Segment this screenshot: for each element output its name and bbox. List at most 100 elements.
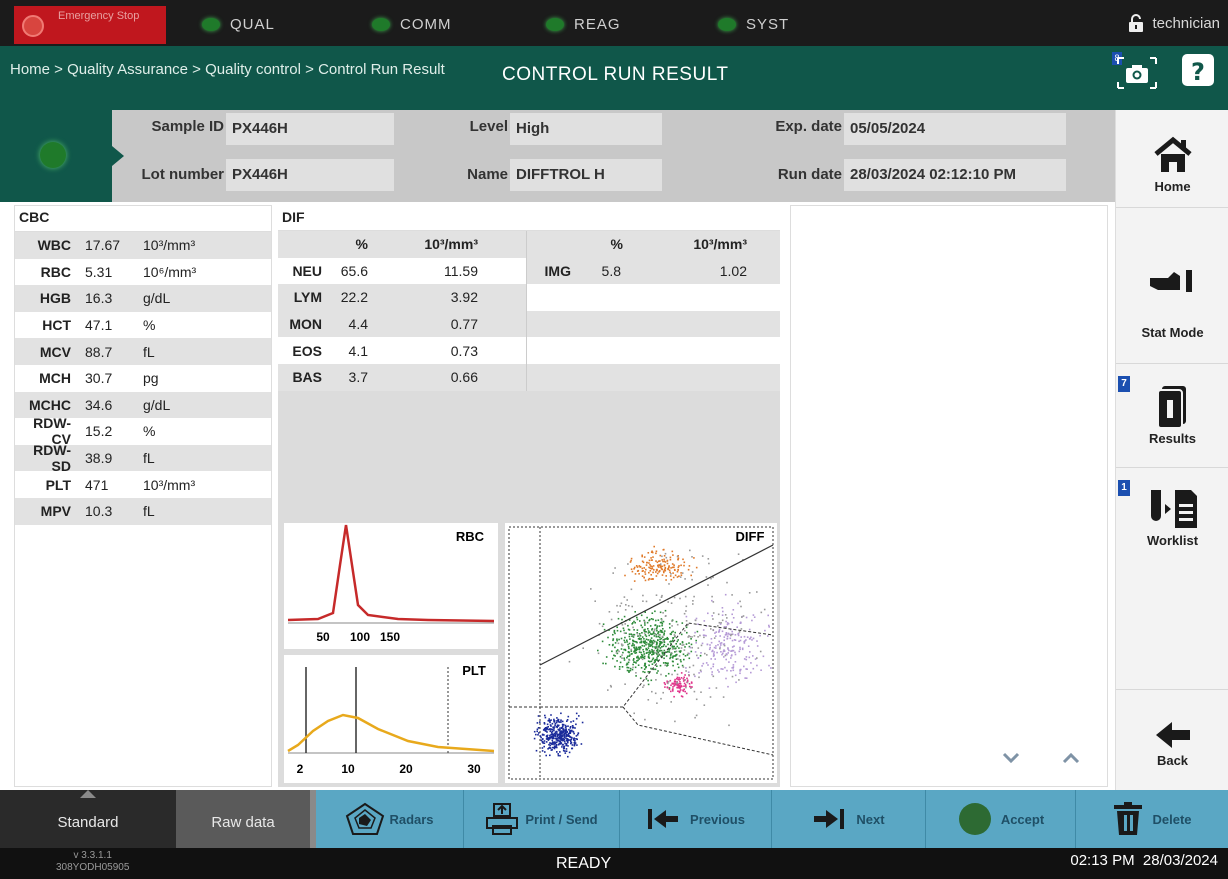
diff-point [700, 652, 702, 654]
diff-point [682, 666, 685, 668]
diff-point [661, 646, 663, 648]
diff-point [623, 648, 625, 651]
dif-row-bas: BAS 3.7 0.66 [278, 363, 780, 391]
accept-button[interactable]: Accept [926, 790, 1076, 848]
diff-point [634, 573, 637, 575]
diff-point [569, 732, 572, 734]
diff-point [539, 721, 541, 723]
diff-point [731, 639, 734, 642]
diff-point [651, 612, 654, 614]
diff-point [661, 555, 663, 558]
footer-bar: v 3.3.1.1 308YODH05905 READY 02:13 PM 28… [0, 848, 1228, 879]
diff-point [597, 649, 599, 652]
diff-point [667, 568, 669, 571]
diff-point [704, 652, 706, 655]
diff-point [555, 730, 558, 733]
diff-point [711, 615, 713, 617]
indicator-syst[interactable]: SYST [718, 14, 789, 34]
diff-point [740, 605, 742, 608]
diff-point [616, 638, 618, 640]
previous-button[interactable]: Previous [620, 790, 772, 848]
breadcrumb[interactable]: Home > Quality Assurance > Quality contr… [10, 60, 490, 80]
diff-point [547, 748, 549, 750]
results-button[interactable]: 7 Results [1116, 364, 1228, 468]
diff-point [712, 675, 715, 678]
diff-point [644, 571, 646, 573]
diff-point [678, 690, 681, 693]
diff-point [656, 572, 659, 575]
next-button[interactable]: Next [772, 790, 926, 848]
diff-point [552, 741, 554, 743]
diff-point [691, 578, 693, 581]
help-button[interactable]: ? [1178, 50, 1218, 90]
diff-point [744, 677, 746, 679]
diff-point [712, 629, 715, 632]
diff-point [648, 571, 650, 574]
diff-point [607, 689, 609, 691]
chevron-down-icon[interactable] [1001, 751, 1021, 765]
diff-point [636, 632, 639, 635]
diff-point [565, 735, 568, 738]
diff-point [725, 620, 727, 623]
print-send-button[interactable]: Print / Send [464, 790, 620, 848]
tab-raw-data[interactable]: Raw data [176, 790, 310, 848]
diff-point [647, 628, 649, 630]
diff-point [667, 601, 669, 603]
diff-point [667, 682, 669, 685]
diff-point [763, 608, 766, 611]
diff-point [650, 667, 652, 670]
diff-point [750, 662, 752, 664]
radars-button[interactable]: Radars [316, 790, 464, 848]
delete-button[interactable]: Delete [1076, 790, 1228, 848]
diff-point [633, 568, 635, 570]
diff-point [672, 554, 674, 556]
indicator-reag[interactable]: REAG [546, 14, 621, 34]
home-button[interactable]: Home [1116, 110, 1228, 208]
diff-point [745, 616, 748, 619]
diff-point [643, 638, 645, 640]
tab-standard[interactable]: Standard [0, 790, 176, 848]
emergency-stop-button[interactable]: Emergency Stop [14, 6, 166, 44]
diff-point [676, 682, 678, 685]
indicator-qual[interactable]: QUAL [202, 14, 275, 34]
diff-point [669, 558, 672, 561]
param-unit: fL [143, 450, 155, 467]
diff-point [574, 727, 576, 729]
diff-point [558, 739, 560, 741]
diff-point [659, 566, 662, 568]
diff-point [648, 619, 650, 622]
diff-point [712, 663, 715, 665]
diff-point [737, 553, 740, 555]
diff-point [659, 649, 661, 652]
diff-point [651, 690, 653, 693]
plt-tick: 20 [399, 762, 413, 776]
diff-point [565, 750, 568, 752]
chevron-up-icon[interactable] [1061, 751, 1081, 765]
stat-mode-button[interactable]: Stat Mode [1116, 208, 1228, 364]
param-unit: 10³/mm³ [143, 476, 196, 493]
diff-point [723, 649, 725, 651]
user-menu[interactable]: technician [1128, 14, 1220, 32]
diff-point [734, 639, 737, 641]
diff-point [544, 714, 546, 717]
diff-point [762, 655, 765, 658]
diff-point [630, 653, 633, 655]
worklist-button[interactable]: 1 Worklist [1116, 468, 1228, 690]
indicator-comm[interactable]: COMM [372, 14, 452, 34]
diff-point [657, 635, 660, 638]
back-button[interactable]: Back [1116, 690, 1228, 790]
diff-point [721, 614, 724, 616]
diff-point [694, 619, 697, 622]
diff-point [724, 593, 727, 596]
diff-point [693, 635, 696, 637]
diff-point [658, 560, 660, 562]
diff-point [567, 734, 570, 736]
diff-point [662, 662, 665, 664]
dif-name: MON [289, 316, 322, 333]
diff-point [738, 640, 740, 643]
diff-point [741, 647, 744, 650]
diff-point [710, 638, 713, 640]
screenshot-button[interactable]: 8 [1112, 52, 1162, 92]
diff-point [663, 641, 666, 643]
diff-point [707, 664, 709, 666]
